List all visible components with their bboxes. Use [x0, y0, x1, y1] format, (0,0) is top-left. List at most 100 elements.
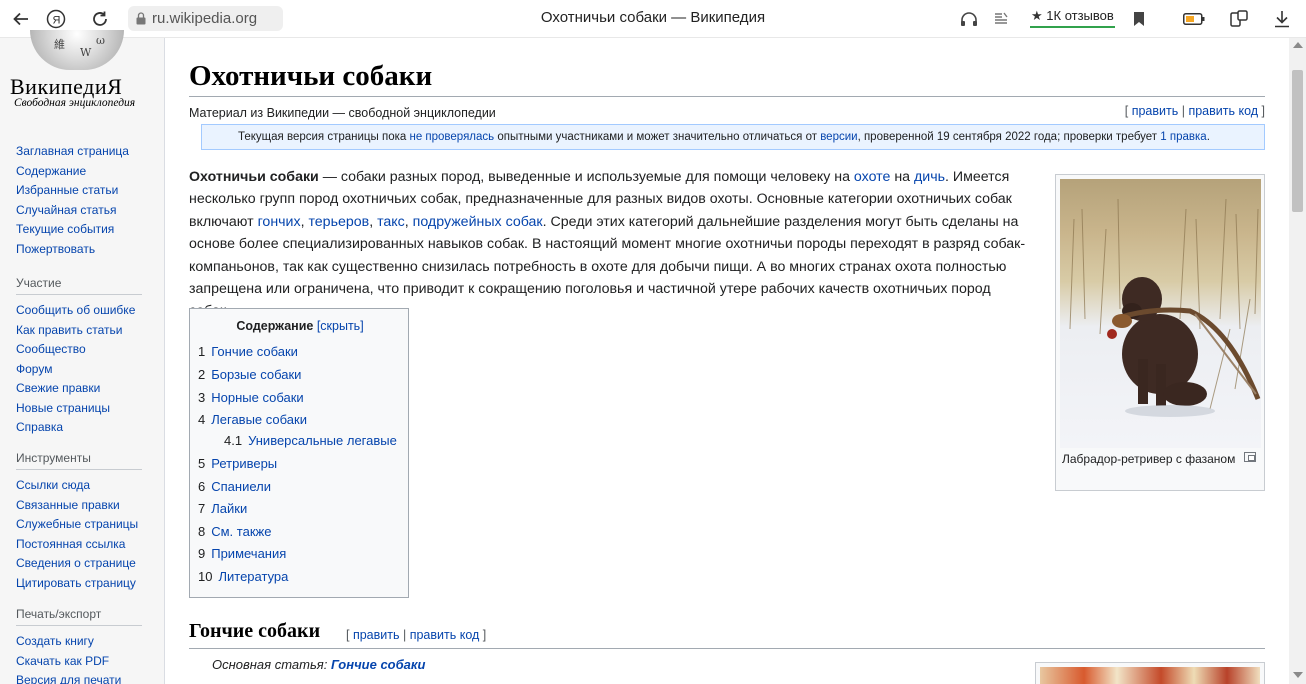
- toc-item[interactable]: 1 Гончие собаки: [198, 344, 298, 359]
- reviews-text: 1К отзывов: [1046, 8, 1114, 23]
- link-hunting[interactable]: охоте: [854, 169, 890, 185]
- sidebar-item-cite-page[interactable]: Цитировать страницу: [16, 574, 156, 594]
- nav-tools: Инструменты Ссылки сюда Связанные правки…: [16, 451, 156, 593]
- section-edit-source-link[interactable]: править код: [410, 628, 480, 642]
- toc-item[interactable]: 9 Примечания: [198, 546, 286, 561]
- site-subtitle: Материал из Википедии — свободной энцикл…: [189, 106, 496, 120]
- toc-item[interactable]: 4 Легавые собаки: [198, 412, 307, 427]
- sidebar-item-help[interactable]: Справка: [16, 418, 156, 438]
- lock-icon: [136, 12, 146, 25]
- hounds-painting[interactable]: [1040, 667, 1260, 684]
- nav-main: Заглавная страница Содержание Избранные …: [16, 142, 156, 259]
- image-caption: Лабрадор-ретривер с фазаном: [1062, 452, 1236, 466]
- scroll-down-icon[interactable]: [1293, 672, 1303, 678]
- notice-version-link[interactable]: версии: [820, 131, 857, 143]
- battery-icon[interactable]: [1183, 8, 1205, 30]
- link-game[interactable]: дичь: [914, 169, 945, 185]
- sidebar-item-forum[interactable]: Форум: [16, 360, 156, 380]
- download-icon[interactable]: [1271, 8, 1293, 30]
- svg-text:Я: Я: [53, 15, 61, 27]
- address-bar[interactable]: ru.wikipedia.org: [128, 6, 283, 31]
- extensions-icon[interactable]: [1228, 8, 1250, 30]
- notice-unreviewed-link[interactable]: не проверялась: [409, 131, 494, 143]
- sidebar-item-current-events[interactable]: Текущие события: [16, 220, 156, 240]
- sidebar-item-donate[interactable]: Пожертвовать: [16, 240, 156, 260]
- sidebar-item-special-pages[interactable]: Служебные страницы: [16, 515, 156, 535]
- sidebar-item-permanent-link[interactable]: Постоянная ссылка: [16, 535, 156, 555]
- page-title: Охотничьи собаки: [189, 60, 433, 92]
- sidebar-item-how-to-edit[interactable]: Как править статьи: [16, 321, 156, 341]
- sidebar-item-random[interactable]: Случайная статья: [16, 201, 156, 221]
- sidebar-item-print-version[interactable]: Версия для печати: [16, 671, 156, 684]
- sidebar-item-create-book[interactable]: Создать книгу: [16, 632, 156, 652]
- toc-title: Содержание: [236, 319, 314, 333]
- toc-hide-toggle[interactable]: [скрыть]: [317, 319, 364, 333]
- notice-edits-link[interactable]: 1 правка: [1160, 131, 1206, 143]
- nav-heading-print: Печать/экспорт: [16, 607, 142, 626]
- toc-item[interactable]: 3 Норные собаки: [198, 390, 304, 405]
- link-hounds[interactable]: гончих: [258, 214, 301, 230]
- article-image-box: Лабрадор-ретривер с фазаном: [1055, 174, 1265, 491]
- reader-icon[interactable]: [990, 8, 1012, 30]
- wikipedia-globe-logo[interactable]: 維 W ω: [30, 30, 124, 70]
- intro-bold-term: Охотничьи собаки: [189, 169, 319, 185]
- toc-item[interactable]: 5 Ретриверы: [198, 456, 277, 471]
- sidebar-item-report-error[interactable]: Сообщить об ошибке: [16, 301, 156, 321]
- main-article-note: Основная статья: Гончие собаки: [212, 657, 426, 672]
- scrollbar-thumb[interactable]: [1292, 70, 1303, 212]
- section-edit-link[interactable]: править: [353, 628, 400, 642]
- article-content: Охотничьи собаки Материал из Википедии —…: [165, 38, 1289, 684]
- toc-item[interactable]: 7 Лайки: [198, 501, 247, 516]
- sidebar-item-download-pdf[interactable]: Скачать как PDF: [16, 652, 156, 672]
- sidebar-item-page-info[interactable]: Сведения о странице: [16, 554, 156, 574]
- headphones-icon[interactable]: [958, 8, 980, 30]
- toc-header: Содержание [скрыть]: [190, 319, 410, 333]
- page-scrollbar[interactable]: [1289, 38, 1306, 684]
- section-divider: [189, 648, 1265, 649]
- link-gun-dogs[interactable]: подружейных собак: [413, 214, 543, 230]
- nav-heading-participation: Участие: [16, 276, 142, 295]
- enlarge-icon[interactable]: [1244, 452, 1256, 462]
- section-edit-links: [ править | править код ]: [346, 628, 487, 642]
- toc-subitem[interactable]: 4.1 Универсальные легавые: [224, 433, 397, 448]
- sidebar-item-contents[interactable]: Содержание: [16, 162, 156, 182]
- sidebar-item-new-pages[interactable]: Новые страницы: [16, 399, 156, 419]
- star-icon: ★: [1031, 8, 1043, 23]
- toc-item[interactable]: 2 Борзые собаки: [198, 367, 301, 382]
- reload-icon[interactable]: [89, 8, 111, 30]
- title-divider: [189, 96, 1265, 97]
- url-text: ru.wikipedia.org: [152, 10, 258, 27]
- edit-source-link[interactable]: править код: [1188, 104, 1258, 118]
- sidebar-item-recent-changes[interactable]: Свежие правки: [16, 379, 156, 399]
- logo-tagline: Свободная энциклопедия: [14, 97, 136, 109]
- sidebar-item-community[interactable]: Сообщество: [16, 340, 156, 360]
- section-image-box: [1035, 662, 1265, 684]
- scroll-up-icon[interactable]: [1293, 42, 1303, 48]
- main-article-link[interactable]: Гончие собаки: [331, 657, 425, 672]
- toc-item[interactable]: 6 Спаниели: [198, 479, 271, 494]
- nav-heading-tools: Инструменты: [16, 451, 142, 470]
- sidebar-item-related-changes[interactable]: Связанные правки: [16, 496, 156, 516]
- sidebar-item-featured[interactable]: Избранные статьи: [16, 181, 156, 201]
- toc-item[interactable]: 8 См. также: [198, 524, 271, 539]
- labrador-photo[interactable]: [1060, 179, 1261, 448]
- toc-item[interactable]: 10 Литература: [198, 569, 288, 584]
- sidebar: 維 W ω ВикипедиЯ Свободная энциклопедия З…: [0, 30, 165, 684]
- intro-paragraph: Охотничьи собаки — собаки разных пород, …: [189, 169, 1026, 319]
- section-heading: Гончие собаки: [189, 620, 321, 642]
- link-dachshunds[interactable]: такс: [377, 214, 405, 230]
- review-notice: Текущая версия страницы пока не проверял…: [201, 124, 1265, 150]
- nav-participation: Участие Сообщить об ошибке Как править с…: [16, 276, 156, 438]
- edit-link[interactable]: править: [1132, 104, 1179, 118]
- table-of-contents: Содержание [скрыть] 1 Гончие собаки 2 Борз…: [189, 308, 409, 598]
- reviews-badge[interactable]: ★ 1К отзывов: [1030, 8, 1115, 28]
- link-terriers[interactable]: терьеров: [308, 214, 369, 230]
- bookmark-icon[interactable]: [1128, 8, 1150, 30]
- sidebar-item-what-links-here[interactable]: Ссылки сюда: [16, 476, 156, 496]
- edit-links: [ править | править код ]: [1124, 104, 1265, 118]
- nav-print: Печать/экспорт Создать книгу Скачать как…: [16, 607, 156, 684]
- back-arrow-icon[interactable]: [10, 8, 32, 30]
- yandex-icon[interactable]: Я: [45, 8, 67, 30]
- sidebar-item-main-page[interactable]: Заглавная страница: [16, 142, 156, 162]
- browser-toolbar: Я ru.wikipedia.org Охотничьи собаки — Ви…: [0, 0, 1306, 38]
